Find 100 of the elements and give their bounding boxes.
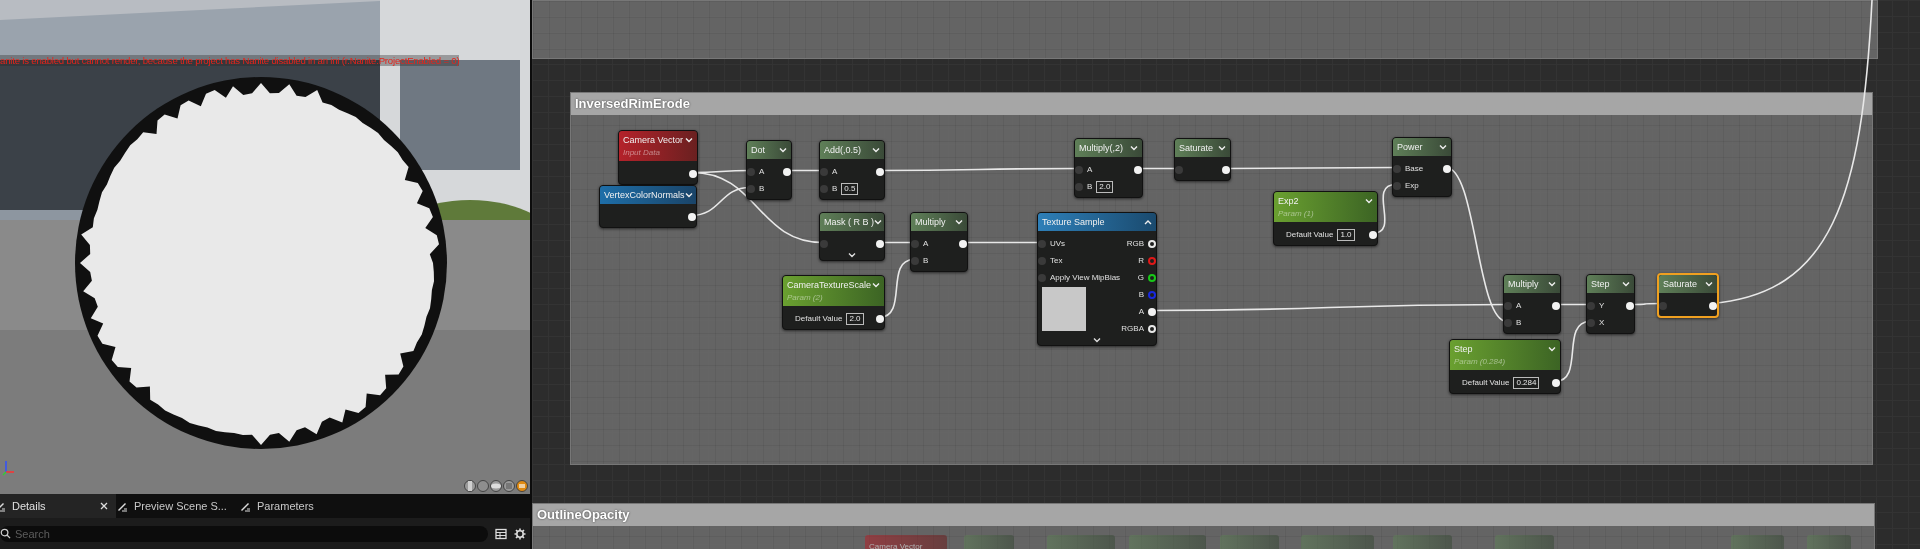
caret-icon[interactable] (684, 192, 693, 198)
output-pin[interactable] (1552, 378, 1560, 387)
close-icon[interactable] (100, 502, 108, 510)
output-pin[interactable] (688, 212, 696, 221)
graph-node[interactable] (1495, 535, 1554, 549)
output-pin[interactable] (783, 167, 791, 176)
plane-icon[interactable] (490, 480, 502, 492)
graph-node[interactable]: Saturate (1174, 138, 1231, 181)
caret-icon[interactable] (1622, 281, 1630, 287)
pin-label: Y (1599, 301, 1605, 310)
input-pin[interactable] (1038, 273, 1046, 282)
cube-icon[interactable] (503, 480, 515, 492)
input-pin[interactable] (1175, 165, 1183, 174)
node-title: CameraTextureScale (787, 279, 872, 292)
output-pin[interactable] (959, 239, 967, 248)
graph-node[interactable] (1807, 535, 1851, 549)
table-icon[interactable] (495, 527, 507, 540)
output-pin[interactable] (1369, 230, 1377, 239)
input-pin[interactable] (820, 184, 828, 193)
comment-title: OutlineOpacity (533, 504, 1874, 526)
input-pin[interactable] (747, 184, 755, 193)
input-pin[interactable] (820, 239, 828, 248)
graph-node[interactable] (1393, 535, 1452, 549)
output-pin[interactable] (876, 239, 884, 248)
input-pin[interactable] (911, 256, 919, 265)
output-pin[interactable] (1148, 273, 1156, 282)
input-pin[interactable] (1393, 181, 1401, 190)
input-pin[interactable] (911, 239, 919, 248)
node-title: Step (1454, 343, 1474, 356)
caret-up-icon[interactable] (1144, 219, 1152, 225)
graph-node[interactable] (1220, 535, 1279, 549)
caret-icon[interactable] (1548, 281, 1556, 287)
caret-icon[interactable] (874, 219, 882, 225)
output-pin[interactable] (1134, 165, 1142, 174)
output-pin[interactable] (876, 167, 884, 176)
value-field[interactable]: 2.0 (1096, 180, 1114, 193)
input-pin[interactable] (1587, 301, 1595, 310)
input-pin[interactable] (747, 167, 755, 176)
graph-node[interactable] (964, 535, 1014, 549)
pin-label: X (1599, 318, 1605, 327)
output-pin[interactable] (689, 169, 697, 178)
panel-tab[interactable]: Details (0, 494, 116, 518)
search-field[interactable]: Search (0, 525, 488, 542)
graph-node[interactable]: Power Base Exp (1392, 137, 1452, 197)
input-pin[interactable] (1075, 165, 1083, 174)
cylinder-icon[interactable] (464, 480, 476, 492)
input-pin[interactable] (1393, 164, 1401, 173)
caret-icon[interactable] (1439, 144, 1447, 150)
caret-icon[interactable] (1093, 337, 1101, 343)
graph-node[interactable]: Step Y X (1586, 274, 1635, 334)
graph-node[interactable]: VertexColorNormals (599, 185, 697, 228)
caret-icon[interactable] (779, 147, 787, 153)
sphere-icon[interactable] (477, 480, 489, 492)
caret-icon[interactable] (848, 252, 856, 258)
graph-node[interactable]: Multiply(,2) A B 2.0 (1074, 138, 1143, 198)
output-pin[interactable] (1148, 307, 1156, 316)
input-pin[interactable] (1038, 239, 1046, 248)
graph-node[interactable]: Texture Sample UVs RGB Tex R Apply View MipBias G B A RGBA (1037, 212, 1157, 346)
pin-label: B (832, 184, 838, 193)
graph-node[interactable]: Step Param (0.284) Default Value 0.284 (1449, 339, 1561, 394)
value-field[interactable]: 2.0 (846, 312, 864, 325)
caret-icon[interactable] (955, 219, 963, 225)
graph-node[interactable] (1047, 535, 1115, 549)
graph-node[interactable]: Camera Vector (865, 535, 947, 549)
graph-node[interactable]: Multiply A B (1503, 274, 1561, 334)
caret-icon[interactable] (1130, 145, 1138, 151)
value-field[interactable]: 0.5 (841, 182, 859, 195)
input-pin[interactable] (1587, 318, 1595, 327)
input-pin[interactable] (1038, 256, 1046, 265)
caret-icon[interactable] (872, 147, 880, 153)
output-pin[interactable] (876, 314, 884, 323)
caret-icon[interactable] (1705, 281, 1713, 287)
caret-icon[interactable] (685, 137, 693, 143)
input-pin[interactable] (820, 167, 828, 176)
output-pin[interactable] (1443, 164, 1451, 173)
output-pin[interactable] (1626, 301, 1634, 310)
panel-tab[interactable]: Parameters (239, 494, 362, 518)
value-field[interactable]: 0.284 (1513, 376, 1540, 389)
graph-node[interactable]: Exp2 Param (1) Default Value 1.0 (1273, 191, 1378, 246)
graph-node[interactable]: CameraTextureScale Param (2) Default Value 2.0 (782, 275, 885, 330)
graph-node[interactable]: Saturate (1657, 273, 1719, 318)
value-field[interactable]: 1.0 (1337, 228, 1355, 241)
output-pin[interactable] (1552, 301, 1560, 310)
graph-node[interactable]: Dot A B (746, 140, 792, 200)
output-pin[interactable] (1222, 165, 1230, 174)
graph-node[interactable] (1731, 535, 1784, 549)
input-pin[interactable] (1075, 182, 1083, 191)
input-pin[interactable] (1504, 318, 1512, 327)
graph-node[interactable] (1301, 535, 1374, 549)
output-pin[interactable] (1709, 301, 1717, 310)
caret-icon[interactable] (1218, 145, 1226, 151)
graph-node[interactable]: Camera Vector Input Data (618, 130, 698, 185)
panel-tab[interactable]: Preview Scene S... (116, 494, 239, 518)
graph-node[interactable] (1129, 535, 1206, 549)
settings-icon[interactable] (514, 527, 526, 540)
graph-node[interactable]: Multiply A B (910, 212, 968, 272)
input-pin[interactable] (1659, 301, 1667, 310)
graph-node[interactable]: Add(,0.5) A B 0.5 (819, 140, 885, 200)
graph-node[interactable]: Mask ( R B ) (819, 212, 885, 261)
input-pin[interactable] (1504, 301, 1512, 310)
